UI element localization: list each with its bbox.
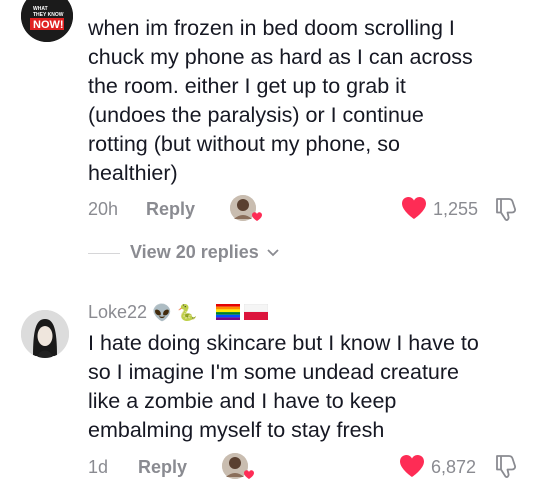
chevron-down-icon — [267, 249, 279, 257]
heart-icon — [402, 197, 426, 219]
comment-line: embalming myself to stay fresh — [88, 418, 385, 442]
view-replies-button[interactable]: View 20 replies — [130, 242, 280, 263]
avatar[interactable] — [21, 310, 69, 358]
rainbow-flag-icon — [216, 304, 240, 325]
alien-emoji-icon: 👽 — [152, 305, 172, 322]
creator-liked-icon — [222, 453, 254, 479]
dislike-button[interactable] — [493, 196, 519, 222]
replies-divider — [88, 253, 120, 254]
avatar[interactable]: WHAT THEY KNOW NOW! — [21, 0, 73, 42]
comment-line: (undoes the paralysis) or I continue — [88, 103, 424, 127]
comment-text: when im frozen in bed doom scrolling I c… — [88, 14, 528, 188]
creator-liked-icon — [230, 195, 262, 221]
like-count: 1,255 — [433, 199, 479, 219]
like-button[interactable] — [399, 454, 425, 478]
view-replies-label: View 20 replies — [130, 242, 259, 262]
comment-line: like a zombie and I have to keep — [88, 389, 397, 413]
dislike-icon — [496, 455, 516, 478]
svg-text:NOW!: NOW! — [33, 19, 64, 31]
comment-line: healthier) — [88, 161, 178, 185]
svg-text:THEY KNOW: THEY KNOW — [33, 12, 64, 18]
comment-username[interactable]: Loke22 👽 🐍 — [88, 302, 197, 323]
reply-button[interactable]: Reply — [138, 457, 187, 478]
news-logo-icon: WHAT THEY KNOW NOW! — [21, 0, 73, 42]
comment-line: I hate doing skincare but I know I have … — [88, 331, 479, 355]
creator-liked-avatar — [222, 453, 254, 479]
user-photo-icon — [21, 310, 69, 358]
heart-icon — [400, 455, 424, 477]
comment-timestamp: 1d — [88, 457, 109, 477]
creator-liked-avatar — [230, 195, 262, 221]
dislike-icon — [496, 198, 516, 221]
comment-line: rotting (but without my phone, so — [88, 132, 400, 156]
comment-timestamp: 20h — [88, 199, 119, 219]
poland-flag-icon — [243, 303, 269, 325]
snake-emoji-icon: 🐍 — [177, 305, 197, 322]
username-text: Loke22 — [88, 302, 148, 322]
like-count: 6,872 — [431, 457, 477, 477]
dislike-button[interactable] — [493, 453, 519, 479]
comment-line: chuck my phone as hard as I can across — [88, 45, 473, 69]
comment-line: so I imagine I'm some undead creature — [88, 360, 459, 384]
reply-button[interactable]: Reply — [146, 199, 195, 220]
comment-line: when im frozen in bed doom scrolling I — [88, 16, 455, 40]
comment-text: I hate doing skincare but I know I have … — [88, 329, 533, 445]
like-button[interactable] — [401, 196, 427, 220]
comment-line: the room. either I get up to grab it — [88, 74, 406, 98]
